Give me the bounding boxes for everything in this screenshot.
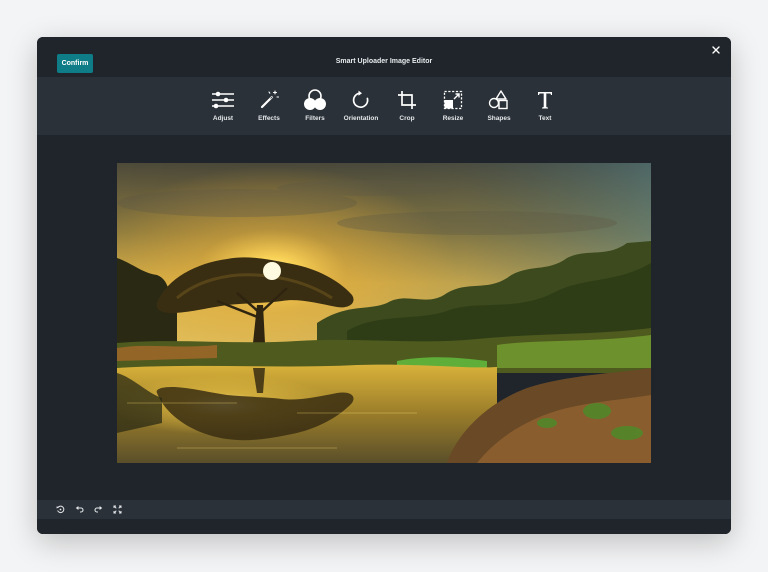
close-button[interactable] — [709, 43, 723, 57]
tool-adjust-label: Adjust — [212, 115, 234, 122]
tool-effects[interactable]: Effects — [246, 77, 292, 135]
shapes-icon — [488, 90, 508, 110]
editor-toolbar: Adjust Effects Filters Orientation Crop … — [37, 77, 731, 135]
text-icon — [538, 92, 552, 109]
reset-button[interactable] — [51, 500, 70, 519]
resize-icon — [443, 90, 463, 110]
title-bar: Confirm Smart Uploader Image Editor — [37, 37, 731, 77]
redo-button[interactable] — [89, 500, 108, 519]
tool-orientation-label: Orientation — [343, 115, 379, 122]
image-editor-window: Confirm Smart Uploader Image Editor Adju… — [37, 37, 731, 534]
editor-title: Smart Uploader Image Editor — [335, 58, 433, 65]
tool-crop-label: Crop — [399, 115, 415, 122]
bottom-toolbar — [37, 500, 731, 519]
tool-text-label: Text — [538, 115, 552, 122]
crop-icon — [398, 91, 416, 109]
landscape-photo — [117, 163, 651, 463]
fullscreen-icon — [113, 505, 122, 514]
tool-adjust[interactable]: Adjust — [200, 77, 246, 135]
tool-resize-label: Resize — [442, 115, 464, 122]
reset-icon — [56, 505, 65, 514]
tool-orientation[interactable]: Orientation — [338, 77, 384, 135]
close-icon — [712, 46, 720, 54]
fullscreen-button[interactable] — [108, 500, 127, 519]
sliders-icon — [212, 91, 234, 109]
window-footer — [37, 519, 731, 534]
rotate-icon — [352, 90, 369, 109]
image-preview[interactable] — [117, 163, 651, 463]
redo-icon — [94, 506, 103, 513]
tool-text[interactable]: Text — [522, 77, 568, 135]
editor-canvas — [37, 135, 731, 500]
tool-filters[interactable]: Filters — [292, 77, 338, 135]
tool-crop[interactable]: Crop — [384, 77, 430, 135]
tool-shapes[interactable]: Shapes — [476, 77, 522, 135]
undo-button[interactable] — [70, 500, 89, 519]
tool-effects-label: Effects — [258, 115, 280, 122]
filters-circles-icon — [304, 89, 326, 110]
magic-wand-icon — [260, 90, 279, 109]
tool-shapes-label: Shapes — [487, 115, 511, 122]
undo-icon — [75, 506, 84, 513]
tool-filters-label: Filters — [305, 115, 325, 122]
tool-resize[interactable]: Resize — [430, 77, 476, 135]
